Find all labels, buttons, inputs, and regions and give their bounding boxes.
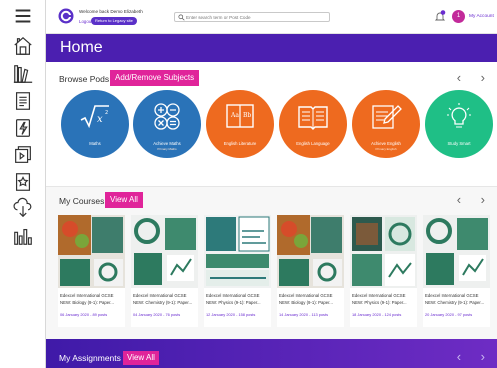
bookmark-star-icon[interactable] bbox=[11, 170, 35, 194]
math-operators-icon bbox=[154, 103, 180, 130]
app-window: Welcome back Demo Elizabeth Logout Retur… bbox=[0, 0, 497, 368]
course-date: 06 January 2020 - 89 posts bbox=[60, 312, 108, 317]
courses-view-all-button[interactable]: View All bbox=[105, 192, 143, 208]
course-thumbnail bbox=[423, 215, 490, 288]
pod-achieve-maths[interactable]: Achieve Maths Primary Maths bbox=[133, 90, 201, 158]
course-title: Edexcel International GCSE NEW: Physics … bbox=[206, 293, 261, 305]
left-sidebar bbox=[0, 0, 46, 368]
course-date: 18 January 2020 - 124 posts bbox=[352, 312, 402, 317]
search-input[interactable]: Enter search term or Post Code bbox=[174, 12, 330, 22]
course-card[interactable]: Edexcel International GCSE NEW: Chemistr… bbox=[131, 215, 198, 327]
page-title: Home bbox=[60, 39, 103, 56]
welcome-text: Welcome back Demo Elizabeth bbox=[79, 9, 143, 14]
slides-icon[interactable] bbox=[11, 143, 35, 167]
add-remove-subjects-button[interactable]: Add/Remove Subjects bbox=[110, 70, 200, 86]
course-card[interactable]: Edexcel International GCSE NEW: Physics … bbox=[204, 215, 271, 327]
notification-bell-icon[interactable] bbox=[434, 10, 446, 22]
top-bar: Welcome back Demo Elizabeth Logout Retur… bbox=[46, 0, 497, 34]
statistics-icon[interactable] bbox=[11, 224, 35, 248]
assignments-view-all-button[interactable]: View All bbox=[123, 351, 159, 365]
my-assignments-section: My Assignments View All ‹ › bbox=[46, 339, 497, 368]
course-thumbnail bbox=[277, 215, 344, 288]
brand-logo-icon[interactable] bbox=[58, 8, 74, 24]
course-thumbnail bbox=[58, 215, 125, 288]
pod-label: Study Smart bbox=[447, 141, 471, 146]
search-icon bbox=[178, 14, 185, 21]
svg-text:Bb: Bb bbox=[243, 112, 251, 119]
document-icon[interactable] bbox=[11, 89, 35, 113]
course-card[interactable]: Edexcel International GCSE NEW: Biology … bbox=[58, 215, 125, 327]
course-title: Edexcel International GCSE NEW: Biology … bbox=[279, 293, 333, 305]
course-title: Edexcel International GCSE NEW: Biology … bbox=[60, 293, 114, 305]
return-to-legacy-button[interactable]: Return to Legacy site bbox=[91, 17, 137, 25]
course-card[interactable]: Edexcel International GCSE NEW: Physics … bbox=[350, 215, 417, 327]
my-assignments-heading: My Assignments bbox=[59, 353, 121, 363]
browse-pods-heading: Browse Pods bbox=[59, 74, 110, 84]
pod-study-smart[interactable]: Study Smart bbox=[425, 90, 493, 158]
course-thumbnail bbox=[204, 215, 271, 288]
book-icon: Aa Bb bbox=[226, 104, 254, 128]
library-icon[interactable] bbox=[11, 62, 35, 86]
courses-carousel-arrows[interactable]: ‹ › bbox=[457, 192, 493, 207]
pods-carousel-arrows[interactable]: ‹ › bbox=[457, 70, 493, 85]
svg-text:2: 2 bbox=[105, 110, 108, 116]
avatar[interactable]: 1 bbox=[452, 10, 465, 23]
pod-label: English Language bbox=[296, 141, 330, 146]
pod-label: Achieve English bbox=[371, 141, 401, 146]
open-book-icon bbox=[298, 106, 328, 130]
pod-achieve-english[interactable]: Achieve English Primary English bbox=[352, 90, 420, 158]
my-courses-section: My Courses View All ‹ › Edexcel Internat… bbox=[46, 186, 497, 339]
pod-english-language[interactable]: English Language bbox=[279, 90, 347, 158]
pod-label: English Literature bbox=[223, 141, 257, 146]
course-title: Edexcel International GCSE NEW: Physics … bbox=[352, 293, 407, 305]
svg-text:Aa: Aa bbox=[230, 112, 239, 119]
pod-sublabel: Primary English bbox=[375, 147, 397, 151]
pod-english-literature[interactable]: Aa Bb English Literature bbox=[206, 90, 274, 158]
course-thumbnail bbox=[131, 215, 198, 288]
page-header: Home bbox=[46, 34, 497, 62]
course-title: Edexcel International GCSE NEW: Chemistr… bbox=[133, 293, 193, 305]
home-icon[interactable] bbox=[11, 34, 35, 58]
sqrt-icon: x2 bbox=[80, 105, 109, 129]
pod-maths[interactable]: x2 Maths bbox=[61, 90, 129, 158]
flash-card-icon[interactable] bbox=[11, 116, 35, 140]
pen-paper-icon bbox=[372, 105, 402, 129]
course-title: Edexcel International GCSE NEW: Chemistr… bbox=[425, 293, 485, 305]
download-cloud-icon[interactable] bbox=[11, 196, 35, 220]
course-date: 04 January 2020 - 76 posts bbox=[133, 312, 181, 317]
course-thumbnail bbox=[350, 215, 417, 288]
browse-pods-section: Browse Pods Add/Remove Subjects ‹ › x2 M… bbox=[46, 62, 497, 186]
pod-label: Maths bbox=[89, 141, 101, 146]
svg-text:x: x bbox=[97, 114, 103, 125]
pod-sublabel: Primary Maths bbox=[157, 147, 177, 151]
search-placeholder: Enter search term or Post Code bbox=[186, 15, 251, 20]
my-account-link[interactable]: My Account bbox=[469, 14, 494, 19]
course-date: 12 January 2020 - 158 posts bbox=[206, 312, 256, 317]
course-card[interactable]: Edexcel International GCSE NEW: Biology … bbox=[277, 215, 344, 327]
course-date: 14 January 2020 - 113 posts bbox=[279, 312, 329, 317]
lightbulb-icon bbox=[447, 103, 471, 128]
course-card[interactable]: Edexcel International GCSE NEW: Chemistr… bbox=[423, 215, 490, 327]
course-date: 20 January 2020 - 97 posts bbox=[425, 312, 473, 317]
hamburger-menu-icon[interactable] bbox=[11, 4, 35, 28]
assignments-carousel-arrows[interactable]: ‹ › bbox=[457, 349, 493, 364]
my-courses-heading: My Courses bbox=[59, 196, 105, 206]
pod-label: Achieve Maths bbox=[153, 141, 181, 146]
